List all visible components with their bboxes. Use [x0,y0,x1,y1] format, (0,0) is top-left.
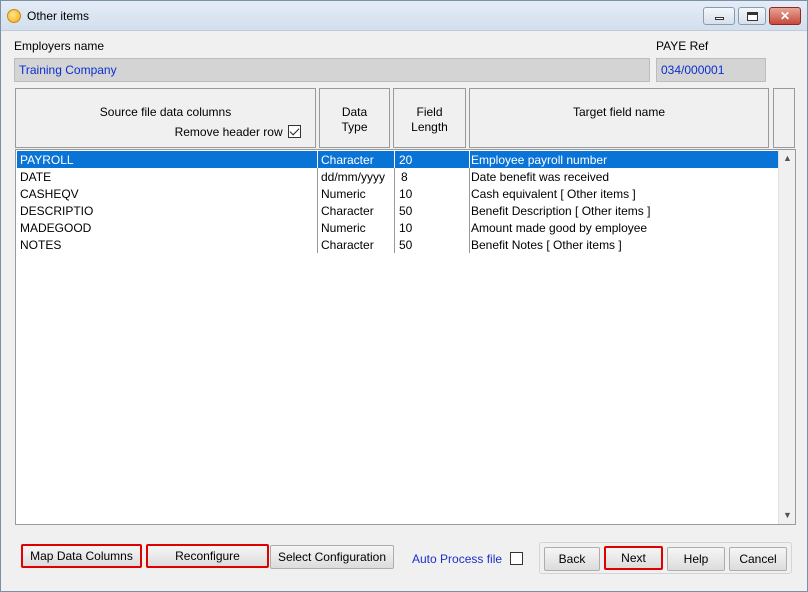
close-button[interactable]: ✕ [769,7,801,25]
back-button[interactable]: Back [544,547,600,571]
column-divider [317,236,318,253]
dialog-window: Other items ✕ Employers name Training Co… [0,0,808,592]
cell-target: Benefit Notes [ Other items ] [471,238,622,252]
minimize-icon [715,17,724,20]
column-divider [469,219,470,236]
maximize-icon [747,12,758,21]
cell-target: Date benefit was received [471,170,610,184]
column-divider [317,219,318,236]
cell-length: 10 [399,187,413,201]
header-target-field[interactable]: Target field name [469,88,769,148]
employers-name-label: Employers name [14,39,105,53]
column-divider [469,168,470,185]
scroll-up-icon[interactable]: ▲ [779,150,796,167]
column-divider [394,185,395,202]
column-divider [469,151,470,168]
cell-target: Cash equivalent [ Other items ] [471,187,636,201]
next-button[interactable]: Next [604,546,663,570]
paye-ref-label: PAYE Ref [656,39,709,53]
table-row[interactable]: MADEGOOD Numeric 10 Amount made good by … [17,219,778,236]
auto-process-file-label[interactable]: Auto Process file [412,552,502,566]
header-target-label: Target field name [572,105,666,119]
table-row[interactable]: DATE dd/mm/yyyy 8 Date benefit was recei… [17,168,778,185]
cell-source: MADEGOOD [20,221,92,235]
column-divider [394,151,395,168]
header-spacer [773,88,795,148]
remove-header-row-checkbox[interactable] [288,125,301,138]
remove-header-row-label: Remove header row [174,125,283,139]
paye-ref-field[interactable]: 034/000001 [656,58,766,82]
cell-target: Amount made good by employee [471,221,648,235]
cell-length: 50 [399,238,413,252]
column-divider [317,151,318,168]
cell-source: PAYROLL [20,153,74,167]
column-divider [317,185,318,202]
cell-type: Numeric [321,221,366,235]
cell-type: Character [321,204,374,218]
column-divider [394,219,395,236]
cell-target: Employee payroll number [471,153,608,167]
cell-length: 50 [399,204,413,218]
header-data-type-line1: Data [341,105,368,119]
cell-target: Benefit Description [ Other items ] [471,204,651,218]
column-divider [394,168,395,185]
reconfigure-button[interactable]: Reconfigure [146,544,269,568]
cell-length: 8 [401,170,408,184]
table-row[interactable]: NOTES Character 50 Benefit Notes [ Other… [17,236,778,253]
help-button[interactable]: Help [667,547,725,571]
header-data-type-line2: Type [341,120,368,134]
table-row[interactable]: PAYROLL Character 20 Employee payroll nu… [17,151,778,168]
close-icon: ✕ [779,9,791,23]
header-source-columns[interactable]: Source file data columns Remove header r… [15,88,316,148]
table-row[interactable]: CASHEQV Numeric 10 Cash equivalent [ Oth… [17,185,778,202]
header-field-length-line2: Length [411,120,448,134]
column-divider [317,202,318,219]
column-divider [469,236,470,253]
cell-length: 10 [399,221,413,235]
employers-name-field[interactable]: Training Company [14,58,650,82]
cell-source: DATE [20,170,52,184]
column-divider [394,202,395,219]
maximize-button[interactable] [738,7,766,25]
cell-source: NOTES [20,238,62,252]
cell-type: dd/mm/yyyy [321,170,386,184]
cancel-button[interactable]: Cancel [729,547,787,571]
column-divider [394,236,395,253]
column-divider [469,202,470,219]
remove-header-row-option[interactable]: Remove header row [175,125,301,140]
column-divider [317,168,318,185]
scroll-down-icon[interactable]: ▼ [779,507,796,524]
header-field-length[interactable]: Field Length [393,88,466,148]
app-gear-icon [7,9,21,23]
map-data-columns-button[interactable]: Map Data Columns [21,544,142,568]
column-divider [469,185,470,202]
cell-length: 20 [399,153,413,167]
cell-source: CASHEQV [20,187,79,201]
cell-type: Numeric [321,187,366,201]
column-mapping-list[interactable]: PAYROLL Character 20 Employee payroll nu… [15,149,796,525]
vertical-scrollbar[interactable]: ▲ ▼ [778,150,795,524]
select-configuration-button[interactable]: Select Configuration [270,545,394,569]
title-bar[interactable]: Other items ✕ [1,1,807,31]
cell-type: Character [321,153,374,167]
header-source-label: Source file data columns [99,105,232,119]
cell-source: DESCRIPTIO [20,204,94,218]
header-data-type[interactable]: Data Type [319,88,390,148]
window-title: Other items [27,9,90,23]
auto-process-file-checkbox[interactable] [510,552,523,565]
minimize-button[interactable] [703,7,735,25]
table-row[interactable]: DESCRIPTIO Character 50 Benefit Descript… [17,202,778,219]
cell-type: Character [321,238,374,252]
header-field-length-line1: Field [416,105,443,119]
